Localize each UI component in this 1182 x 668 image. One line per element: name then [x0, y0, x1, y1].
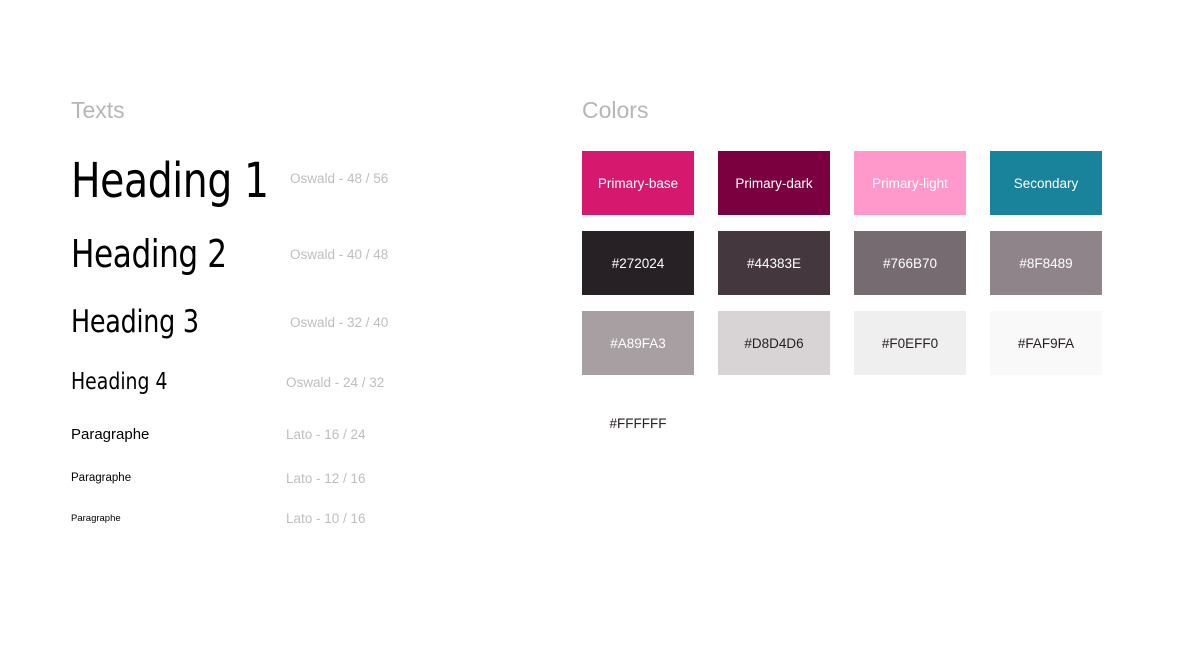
heading-4-spec: Oswald - 24 / 32	[286, 375, 385, 390]
heading-4-sample: Heading 4	[71, 369, 168, 395]
paragraph-16-sample: Paragraphe	[71, 426, 150, 443]
swatch-primary-base: Primary-base	[582, 151, 694, 215]
swatch-a89fa3: #A89FA3	[582, 311, 694, 375]
paragraph-10-sample: Paragraphe	[71, 513, 121, 524]
swatch-faf9fa: #FAF9FA	[990, 311, 1102, 375]
heading-3-spec: Oswald - 32 / 40	[290, 315, 389, 330]
swatch-766b70: #766B70	[854, 231, 966, 295]
heading-1-spec: Oswald - 48 / 56	[290, 171, 389, 186]
heading-1-sample: Heading 1	[71, 153, 269, 209]
swatch-primary-dark: Primary-dark	[718, 151, 830, 215]
heading-3-sample: Heading 3	[71, 304, 199, 340]
colors-section-title: Colors	[582, 97, 649, 123]
heading-2-sample: Heading 2	[71, 232, 227, 276]
swatch-d8d4d6: #D8D4D6	[718, 311, 830, 375]
paragraph-12-spec: Lato - 12 / 16	[286, 471, 366, 486]
swatch-272024: #272024	[582, 231, 694, 295]
swatch-8f8489: #8F8489	[990, 231, 1102, 295]
swatch-ffffff: #FFFFFF	[582, 391, 694, 455]
heading-2-spec: Oswald - 40 / 48	[290, 247, 389, 262]
paragraph-10-spec: Lato - 10 / 16	[286, 511, 366, 526]
swatch-secondary: Secondary	[990, 151, 1102, 215]
paragraph-16-spec: Lato - 16 / 24	[286, 427, 366, 442]
swatch-primary-light: Primary-light	[854, 151, 966, 215]
paragraph-12-sample: Paragraphe	[71, 472, 132, 484]
texts-section-title: Texts	[71, 97, 125, 123]
swatch-44383e: #44383E	[718, 231, 830, 295]
swatch-f0eff0: #F0EFF0	[854, 311, 966, 375]
